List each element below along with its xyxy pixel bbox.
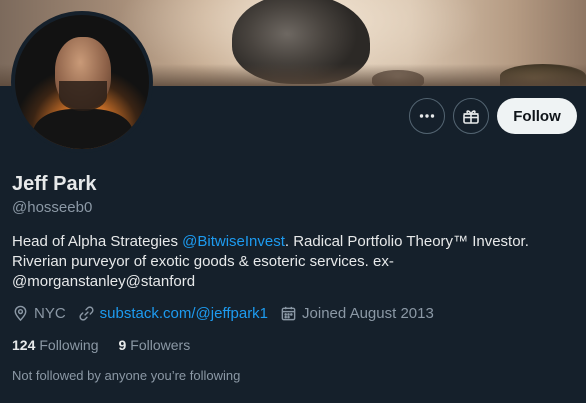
website-link[interactable]: substack.com/@jeffpark1: [100, 305, 268, 322]
joined-text: Joined August 2013: [302, 304, 434, 322]
follow-button[interactable]: Follow: [497, 98, 577, 134]
bio-mention-link[interactable]: @BitwiseInvest: [182, 233, 285, 250]
link-icon: [79, 305, 94, 321]
followed-by-note: Not followed by anyone you’re following: [12, 368, 241, 383]
bio-text-start: Head of Alpha Strategies: [12, 233, 183, 250]
calendar-icon: [281, 306, 296, 320]
profile-name: Jeff Park: [12, 173, 97, 195]
more-options-button[interactable]: [409, 98, 445, 134]
gift-icon: [463, 110, 479, 124]
location-item: NYC: [12, 305, 66, 322]
avatar-beard: [59, 81, 107, 111]
profile-handle: @hosseeb0: [12, 199, 93, 216]
profile-bio: Head of Alpha Strategies @BitwiseInvest.…: [12, 232, 572, 292]
following-link[interactable]: 124 Following: [12, 337, 99, 353]
followers-label: Followers: [130, 337, 191, 353]
website-item[interactable]: substack.com/@jeffpark1: [78, 305, 268, 322]
following-count: 124: [12, 337, 36, 353]
joined-item: Joined August 2013: [280, 305, 434, 322]
followers-count: 9: [118, 337, 127, 353]
more-horizontal-icon: [419, 114, 435, 118]
profile-stats: 124 Following 9 Followers: [12, 337, 210, 353]
location-text: NYC: [34, 304, 66, 322]
avatar-body: [33, 109, 133, 149]
following-label: Following: [39, 337, 99, 353]
followers-link[interactable]: 9 Followers: [119, 337, 191, 353]
profile-meta: NYC substack.com/@jeffpark1 Joined Augus…: [12, 303, 446, 323]
avatar[interactable]: [11, 11, 153, 153]
location-pin-icon: [14, 305, 27, 321]
gift-button[interactable]: [453, 98, 489, 134]
